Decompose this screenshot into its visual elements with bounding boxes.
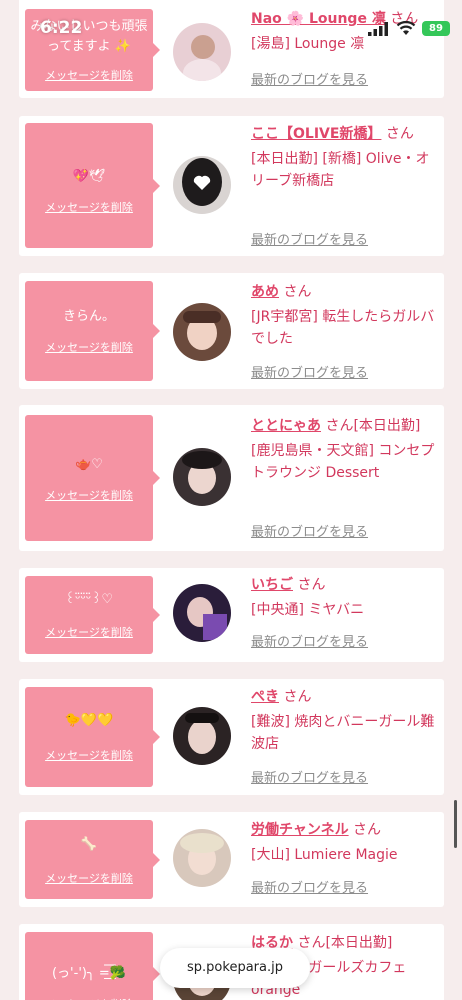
message-text: みないしいつも頑張ってますよ ✨: [30, 19, 148, 54]
message-card: 🫖♡ メッセージを削除 ととにゃあ さん[本日出勤] [鹿児島県・天文館] コン…: [19, 405, 444, 551]
san-suffix: さん: [325, 418, 354, 434]
latest-blog-link[interactable]: 最新のブログを見る: [251, 69, 368, 88]
san-suffix: さん: [390, 11, 419, 27]
cast-name-link[interactable]: ぺき: [251, 689, 279, 705]
delete-message-link[interactable]: メッセージを削除: [25, 747, 153, 763]
message-card: 🦴 メッセージを削除 労働チャンネル さん [大山] Lumiere Magie…: [19, 812, 444, 907]
browser-url-bar[interactable]: sp.pokepara.jp: [160, 948, 310, 988]
san-suffix: さん: [385, 126, 414, 142]
message-card: 🐤💛💛 メッセージを削除 ぺき さん [難波] 焼肉とバニーガール難波店 最新の…: [19, 679, 444, 795]
latest-blog-link[interactable]: 最新のブログを見る: [251, 362, 368, 381]
shop-text: [難波] 焼肉とバニーガール難波店: [251, 714, 435, 752]
cast-info: ととにゃあ さん[本日出勤] [鹿児島県・天文館] コンセプトラウンジ Dess…: [251, 415, 437, 484]
delete-message-link[interactable]: メッセージを削除: [25, 339, 153, 355]
avatar[interactable]: [173, 156, 231, 214]
avatar[interactable]: [173, 448, 231, 506]
message-bubble: みないしいつも頑張ってますよ ✨ メッセージを削除: [25, 9, 160, 91]
message-text: きらん。: [62, 309, 115, 324]
message-bubble: ꒰ᵕ̈ᵕ̈ᵕ̈꒱♡ メッセージを削除: [25, 576, 160, 654]
message-text: ꒰ᵕ̈ᵕ̈ᵕ̈꒱♡: [64, 592, 114, 607]
cast-info: あめ さん [JR宇都宮] 転生したらガルバでした: [251, 281, 437, 350]
san-suffix: さん: [297, 935, 326, 951]
message-bubble: 🫖♡ メッセージを削除: [25, 415, 160, 541]
shop-text: [大山] Lumiere Magie: [251, 847, 398, 863]
delete-message-link[interactable]: メッセージを削除: [25, 67, 153, 83]
san-extra: [本日出勤]: [353, 418, 421, 434]
cast-info: 労働チャンネル さん [大山] Lumiere Magie: [251, 819, 437, 866]
cast-name-link[interactable]: 労働チャンネル: [251, 822, 349, 838]
message-bubble: 🦴 メッセージを削除: [25, 820, 160, 899]
avatar[interactable]: [173, 707, 231, 765]
cast-name-link[interactable]: Nao 🌸 Lounge 凛: [251, 11, 386, 27]
message-card: ꒰ᵕ̈ᵕ̈ᵕ̈꒱♡ メッセージを削除 いちご さん [中央通] ミヤバニ 最新の…: [19, 568, 444, 662]
delete-message-link[interactable]: メッセージを削除: [25, 199, 153, 215]
cast-info: いちご さん [中央通] ミヤバニ: [251, 574, 437, 621]
shop-text: [JR宇都宮] 転生したらガルバでした: [251, 309, 435, 347]
message-text: 🦴: [80, 837, 98, 852]
san-suffix: さん: [283, 689, 312, 705]
cast-name-link[interactable]: ととにゃあ: [251, 418, 321, 434]
cast-name-link[interactable]: ここ【OLIVE新橋】: [251, 126, 381, 142]
message-card: みないしいつも頑張ってますよ ✨ メッセージを削除 Nao 🌸 Lounge 凛…: [19, 0, 444, 98]
latest-blog-link[interactable]: 最新のブログを見る: [251, 521, 368, 540]
latest-blog-link[interactable]: 最新のブログを見る: [251, 229, 368, 248]
latest-blog-link[interactable]: 最新のブログを見る: [251, 877, 368, 896]
delete-message-link[interactable]: メッセージを削除: [25, 487, 153, 503]
message-bubble: 🐤💛💛 メッセージを削除: [25, 687, 160, 787]
cast-info: ぺき さん [難波] 焼肉とバニーガール難波店: [251, 686, 437, 755]
message-text: (っ'-')╮ =͟͟͞͞🥦: [51, 966, 127, 981]
message-text: 🐤💛💛: [64, 713, 114, 728]
scrollbar[interactable]: [454, 800, 457, 848]
delete-message-link[interactable]: メッセージを削除: [25, 996, 153, 1000]
latest-blog-link[interactable]: 最新のブログを見る: [251, 767, 368, 786]
san-suffix: さん: [283, 284, 312, 300]
cast-info: Nao 🌸 Lounge 凛 さん [湯島] Lounge 凛: [251, 8, 437, 55]
san-extra: [本日出勤]: [325, 935, 393, 951]
message-card: 💖🕊 メッセージを削除 ここ【OLIVE新橋】 さん [本日出勤] [新橋] O…: [19, 116, 444, 256]
message-bubble: 💖🕊 メッセージを削除: [25, 123, 160, 248]
message-card: きらん。 メッセージを削除 あめ さん [JR宇都宮] 転生したらガルバでした …: [19, 273, 444, 389]
shop-text: [本日出勤] [新橋] Olive・オリーブ新橋店: [251, 151, 430, 189]
shop-text: [中央通] ミヤバニ: [251, 602, 365, 618]
avatar[interactable]: [173, 829, 231, 887]
shop-text: [鹿児島県・天文館] コンセプトラウンジ Dessert: [251, 443, 435, 481]
delete-message-link[interactable]: メッセージを削除: [25, 624, 153, 640]
cast-info: ここ【OLIVE新橋】 さん [本日出勤] [新橋] Olive・オリーブ新橋店: [251, 123, 437, 192]
message-bubble: (っ'-')╮ =͟͟͞͞🥦 メッセージを削除: [25, 932, 160, 1000]
avatar[interactable]: [173, 23, 231, 81]
avatar[interactable]: [173, 303, 231, 361]
avatar[interactable]: [173, 584, 231, 642]
delete-message-link[interactable]: メッセージを削除: [25, 870, 153, 886]
san-suffix: さん: [353, 822, 382, 838]
message-text: 💖🕊: [72, 169, 106, 184]
cast-name-link[interactable]: いちご: [251, 577, 293, 593]
message-bubble: きらん。 メッセージを削除: [25, 281, 160, 381]
latest-blog-link[interactable]: 最新のブログを見る: [251, 631, 368, 650]
shop-text: [湯島] Lounge 凛: [251, 36, 365, 52]
message-text: 🫖♡: [75, 457, 103, 472]
san-suffix: さん: [297, 577, 326, 593]
cast-name-link[interactable]: あめ: [251, 284, 279, 300]
